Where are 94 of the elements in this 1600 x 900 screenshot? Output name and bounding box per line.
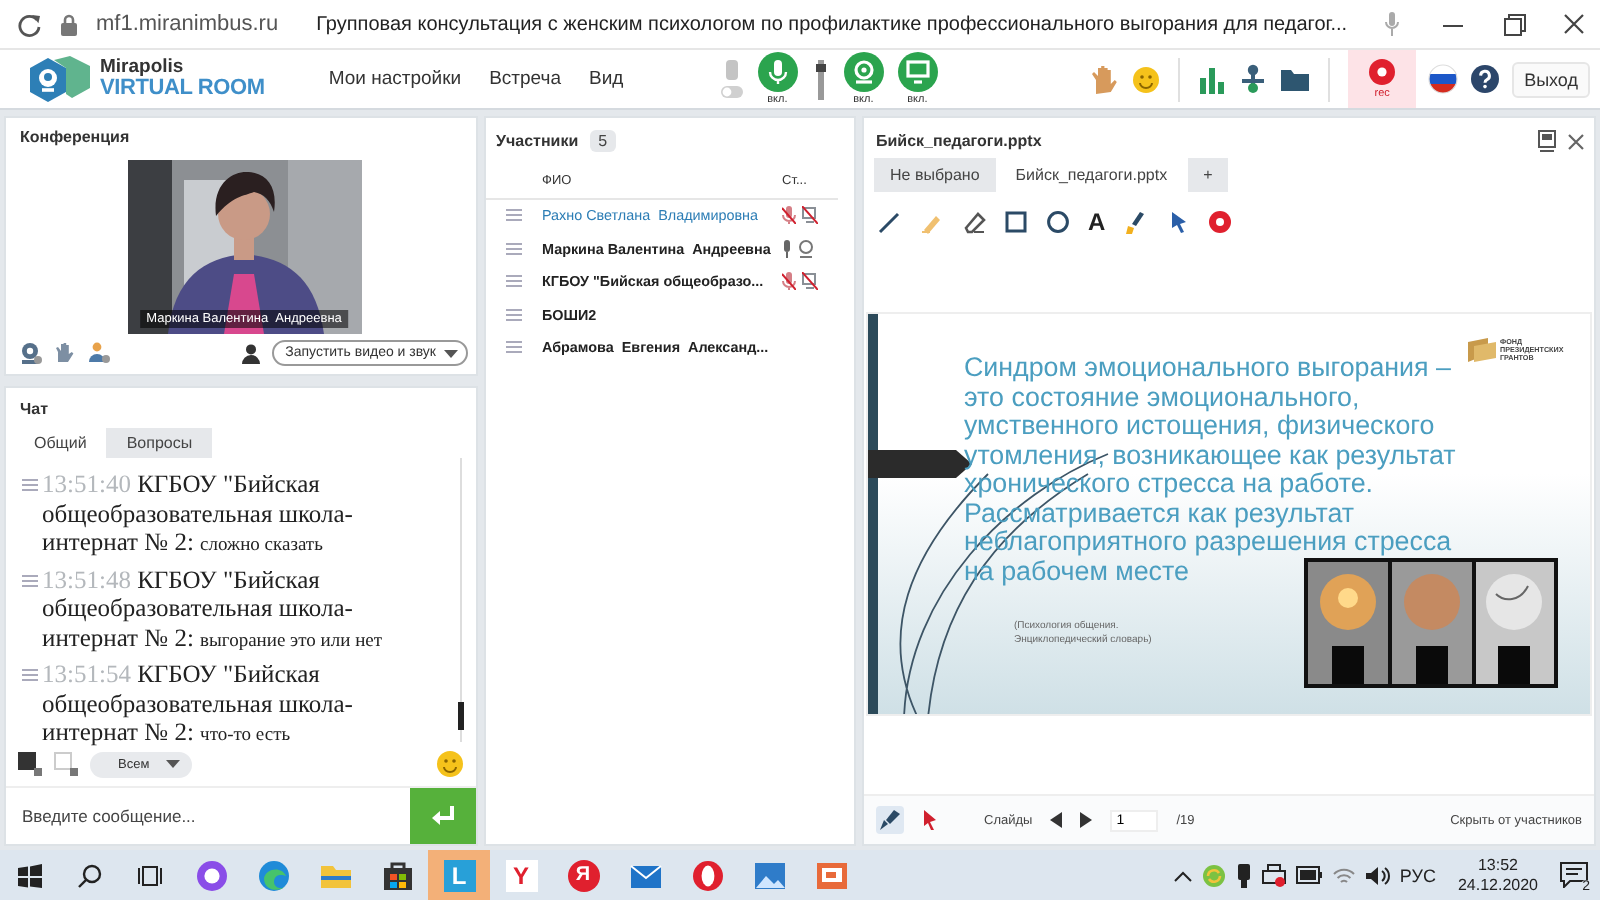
- caret-icon: [444, 349, 458, 357]
- background-color-icon[interactable]: [54, 752, 78, 776]
- enter-arrow-icon: [431, 805, 455, 827]
- user-share-icon[interactable]: [88, 342, 110, 364]
- webcam-icon: [798, 239, 814, 258]
- text-color-icon[interactable]: [18, 752, 42, 776]
- brush-icon: [880, 810, 900, 830]
- panel-title: Бийск_педагоги.pptx: [876, 132, 1044, 150]
- wave-icon: [257, 859, 289, 891]
- exit-button[interactable]: Выход: [1512, 61, 1590, 97]
- search-icon[interactable]: [78, 863, 102, 887]
- chat-message: 13:51:54 КГБОУ "Бийская общеобразовательная школа-интернат № 2: что-то есть: [42, 660, 355, 750]
- drag-handle-icon: [506, 274, 522, 289]
- logo-text: VIRTUAL ROOM: [100, 77, 265, 100]
- bar-chart-icon[interactable]: [1198, 65, 1227, 93]
- next-icon[interactable]: [1080, 812, 1093, 828]
- drag-handle-icon: [506, 307, 522, 322]
- text-tool-button[interactable]: A: [1088, 210, 1106, 234]
- webcam-icon[interactable]: [20, 342, 42, 364]
- panel-title: Участники: [496, 132, 579, 150]
- menu-item[interactable]: Вид: [588, 68, 624, 90]
- clear-icon[interactable]: [1207, 210, 1232, 234]
- close-icon[interactable]: [1564, 14, 1585, 34]
- pen-icon[interactable]: [878, 210, 902, 234]
- chat-tab[interactable]: Вопросы: [106, 428, 213, 458]
- laser-pointer-icon[interactable]: [922, 810, 938, 830]
- mic-toggle-icon[interactable]: [719, 59, 744, 99]
- add-tab-button[interactable]: +: [1187, 158, 1229, 192]
- windows-start-icon[interactable]: [18, 863, 42, 887]
- panel-title: Конференция: [20, 128, 132, 146]
- square-icon[interactable]: [1004, 210, 1028, 234]
- volume-slider[interactable]: [817, 59, 824, 99]
- drag-handle-icon: [506, 340, 522, 355]
- circle-icon[interactable]: [1046, 210, 1070, 234]
- camera-off-icon: [802, 206, 818, 225]
- chat-message: 13:51:40 КГБОУ "Бийская общеобразовательная школа-интернат № 2: сложно сказать: [42, 470, 355, 560]
- url-text: mf1.miranimbus.ru: [96, 12, 279, 36]
- brush-tool-button[interactable]: [876, 806, 904, 834]
- help-icon[interactable]: [1470, 64, 1501, 94]
- drag-handle-icon: [22, 573, 38, 587]
- menu-item[interactable]: Мои настройки: [328, 68, 462, 90]
- folder-icon[interactable]: [1280, 66, 1311, 92]
- page-title: Групповая консультация с женским психологом по профилактике профессионального выгорания для педагог...: [316, 13, 1348, 35]
- logo-text: Mirapolis: [100, 58, 184, 78]
- previous-icon[interactable]: [1050, 812, 1063, 828]
- chevron-up-icon[interactable]: [1173, 869, 1192, 881]
- usb-drive-icon[interactable]: [1235, 863, 1252, 887]
- shopping-bag-icon: [381, 859, 413, 891]
- count-badge: 5: [590, 130, 616, 152]
- caret-icon: [165, 760, 180, 768]
- drag-handle-icon: [22, 668, 38, 682]
- smiley-icon[interactable]: [436, 750, 464, 778]
- maximize-icon[interactable]: [1503, 13, 1526, 35]
- panel-title: Чат: [20, 400, 50, 418]
- speech-bubble-icon[interactable]: [1560, 862, 1588, 888]
- document-tab[interactable]: Не выбрано: [874, 158, 996, 192]
- logo-icon: [1464, 338, 1496, 362]
- paint-brush-icon[interactable]: [1123, 210, 1148, 234]
- scrollbar-thumb[interactable]: [458, 702, 464, 730]
- eraser-icon[interactable]: [962, 210, 986, 234]
- envelope-icon: [629, 859, 661, 891]
- wifi-icon[interactable]: [1331, 865, 1356, 885]
- microphone-off-icon: [782, 206, 796, 225]
- drag-handle-icon: [506, 208, 522, 223]
- network-icon[interactable]: [1238, 64, 1269, 94]
- ring-icon: [691, 859, 723, 891]
- lock-icon: [60, 13, 78, 35]
- task-view-icon[interactable]: [138, 863, 162, 887]
- language-indicator[interactable]: РУС: [1399, 865, 1436, 885]
- camera-off-icon: [802, 272, 818, 291]
- record-icon: [1368, 58, 1397, 86]
- user-icon: [241, 343, 260, 363]
- flag-icon[interactable]: [1428, 64, 1459, 94]
- landscape-icon: [753, 859, 785, 891]
- menu-item[interactable]: Встреча: [489, 68, 561, 90]
- drag-handle-icon: [22, 478, 38, 492]
- chat-message: 13:51:48 КГБОУ "Бийская общеобразовательная школа-интернат № 2: выгорание это или нет: [42, 565, 385, 656]
- taskbar-button[interactable]: Я: [552, 850, 614, 900]
- printer-icon[interactable]: [1261, 863, 1286, 887]
- detach-window-icon[interactable]: [1538, 130, 1556, 152]
- microphone-icon: [782, 239, 792, 258]
- microphone-off-icon: [782, 272, 796, 291]
- volume-icon[interactable]: [1365, 865, 1390, 885]
- ring-icon: [195, 859, 227, 891]
- clock-time: 13:52: [1477, 855, 1518, 875]
- smiley-icon[interactable]: [1132, 65, 1161, 93]
- hand-icon[interactable]: [54, 342, 76, 364]
- presentation-icon: [815, 859, 847, 891]
- drag-handle-icon: [506, 241, 522, 256]
- battery-icon[interactable]: [1295, 866, 1322, 884]
- taskbar-button[interactable]: Y: [490, 850, 552, 900]
- close-icon[interactable]: [1568, 133, 1584, 149]
- reload-icon[interactable]: [16, 11, 42, 37]
- clock-date: 24.12.2020: [1457, 875, 1538, 895]
